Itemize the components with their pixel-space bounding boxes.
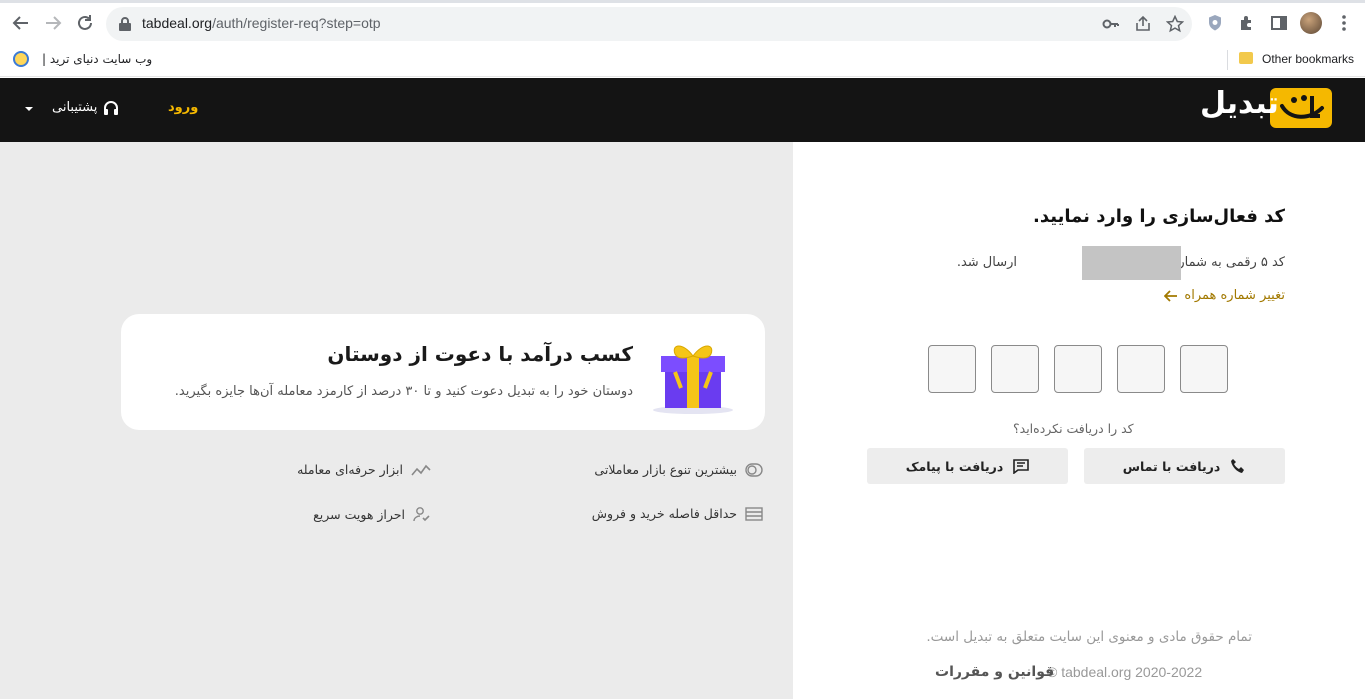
terms-link[interactable]: قوانین و مقررات <box>935 664 1054 680</box>
support-label: پشتیبانی <box>52 100 98 115</box>
change-number-label: تغییر شماره همراه <box>1184 288 1285 303</box>
site-header: تبدیل ورود پشتیبانی <box>0 78 1365 142</box>
resend-call-label: دریافت با تماس <box>1122 458 1221 474</box>
otp-sent-prefix: کد ۵ رقمی به شماره <box>1171 255 1285 270</box>
otp-panel: کد فعال‌سازی را وارد نمایید. کد ۵ رقمی ب… <box>793 142 1365 699</box>
headset-icon <box>104 101 118 115</box>
chevron-down-icon <box>25 107 33 111</box>
tab-strip <box>0 0 1365 3</box>
copyright-year: © tabdeal.org 2020-2022 <box>1047 664 1203 680</box>
arrow-left-icon <box>1164 289 1178 302</box>
user-check-icon <box>413 507 430 522</box>
promo-panel: کسب درآمد با دعوت از دوستان دوستان خود ر… <box>0 142 793 699</box>
feature-label: احراز هویت سریع <box>313 506 405 522</box>
bookmark-item[interactable]: وب سایت دنیای ترید | <box>42 52 152 66</box>
change-number-link[interactable]: تغییر شماره همراه <box>1164 288 1285 303</box>
menu-kebab-icon[interactable] <box>1334 13 1354 33</box>
share-icon[interactable] <box>1134 15 1152 33</box>
phone-icon <box>1231 459 1245 473</box>
feature-market-variety: بیشترین تنوع بازار معاملاتی <box>594 462 763 477</box>
not-received-text: کد را دریافت نکرده‌اید؟ <box>1013 421 1134 436</box>
folder-icon <box>1239 52 1253 64</box>
feature-spread: حداقل فاصله خرید و فروش <box>592 506 763 521</box>
other-bookmarks[interactable]: Other bookmarks <box>1262 52 1354 66</box>
support-menu-button[interactable]: پشتیبانی <box>24 96 124 122</box>
reload-icon[interactable] <box>74 12 96 34</box>
profile-avatar[interactable] <box>1300 12 1322 34</box>
resend-sms-button[interactable]: دریافت با پیامک <box>867 448 1068 484</box>
list-lines-icon <box>745 506 763 521</box>
logo-mark-icon[interactable] <box>1270 88 1332 128</box>
otp-digit-4[interactable] <box>991 345 1039 393</box>
resend-call-button[interactable]: دریافت با تماس <box>1084 448 1285 484</box>
shield-extension-icon[interactable] <box>1205 13 1225 33</box>
feature-label: حداقل فاصله خرید و فروش <box>591 506 737 521</box>
resend-sms-label: دریافت با پیامک <box>905 458 1004 474</box>
logo-text[interactable]: تبدیل <box>1200 86 1279 121</box>
bookmarks-bar: وب سایت دنیای ترید | Other bookmarks <box>0 46 1365 77</box>
url-text: tabdeal.org/auth/register-req?step=otp <box>142 15 381 31</box>
lock-icon <box>119 17 131 31</box>
message-icon <box>1013 459 1030 474</box>
browser-toolbar: tabdeal.org/auth/register-req?step=otp <box>0 0 1365 46</box>
feature-fast-kyc: احراز هویت سریع <box>313 506 431 522</box>
forward-icon[interactable] <box>42 12 64 34</box>
key-icon[interactable] <box>1102 15 1120 33</box>
feature-label: ابزار حرفه‌ای معامله <box>297 462 403 477</box>
extensions-icon[interactable] <box>1237 13 1257 33</box>
gift-icon <box>653 345 733 414</box>
referral-title: کسب درآمد با دعوت از دوستان <box>327 342 633 366</box>
otp-digit-3[interactable] <box>1054 345 1102 393</box>
login-link[interactable]: ورود <box>168 100 198 115</box>
chart-trend-icon <box>411 464 431 476</box>
toggle-icon <box>745 462 763 477</box>
feature-pro-tools: ابزار حرفه‌ای معامله <box>297 462 431 477</box>
otp-title: کد فعال‌سازی را وارد نمایید. <box>1033 206 1285 227</box>
back-icon[interactable] <box>10 12 32 34</box>
feature-label: بیشترین تنوع بازار معاملاتی <box>594 462 737 477</box>
otp-digit-2[interactable] <box>1117 345 1165 393</box>
bookmark-favicon-icon <box>13 51 29 67</box>
bookmarks-divider <box>1227 50 1228 70</box>
masked-phone-number <box>1082 246 1181 280</box>
otp-sent-suffix: ارسال شد. <box>956 255 1017 270</box>
otp-digit-5[interactable] <box>928 345 976 393</box>
otp-digit-1[interactable] <box>1180 345 1228 393</box>
side-panel-icon[interactable] <box>1269 13 1289 33</box>
referral-description: دوستان خود را به تبدیل دعوت کنید و تا ۳۰… <box>174 384 633 399</box>
copyright-text: تمام حقوق مادی و معنوی این سایت متعلق به… <box>926 629 1252 645</box>
address-bar[interactable]: tabdeal.org/auth/register-req?step=otp <box>106 7 1192 41</box>
referral-card[interactable]: کسب درآمد با دعوت از دوستان دوستان خود ر… <box>121 314 765 430</box>
star-icon[interactable] <box>1166 15 1184 33</box>
